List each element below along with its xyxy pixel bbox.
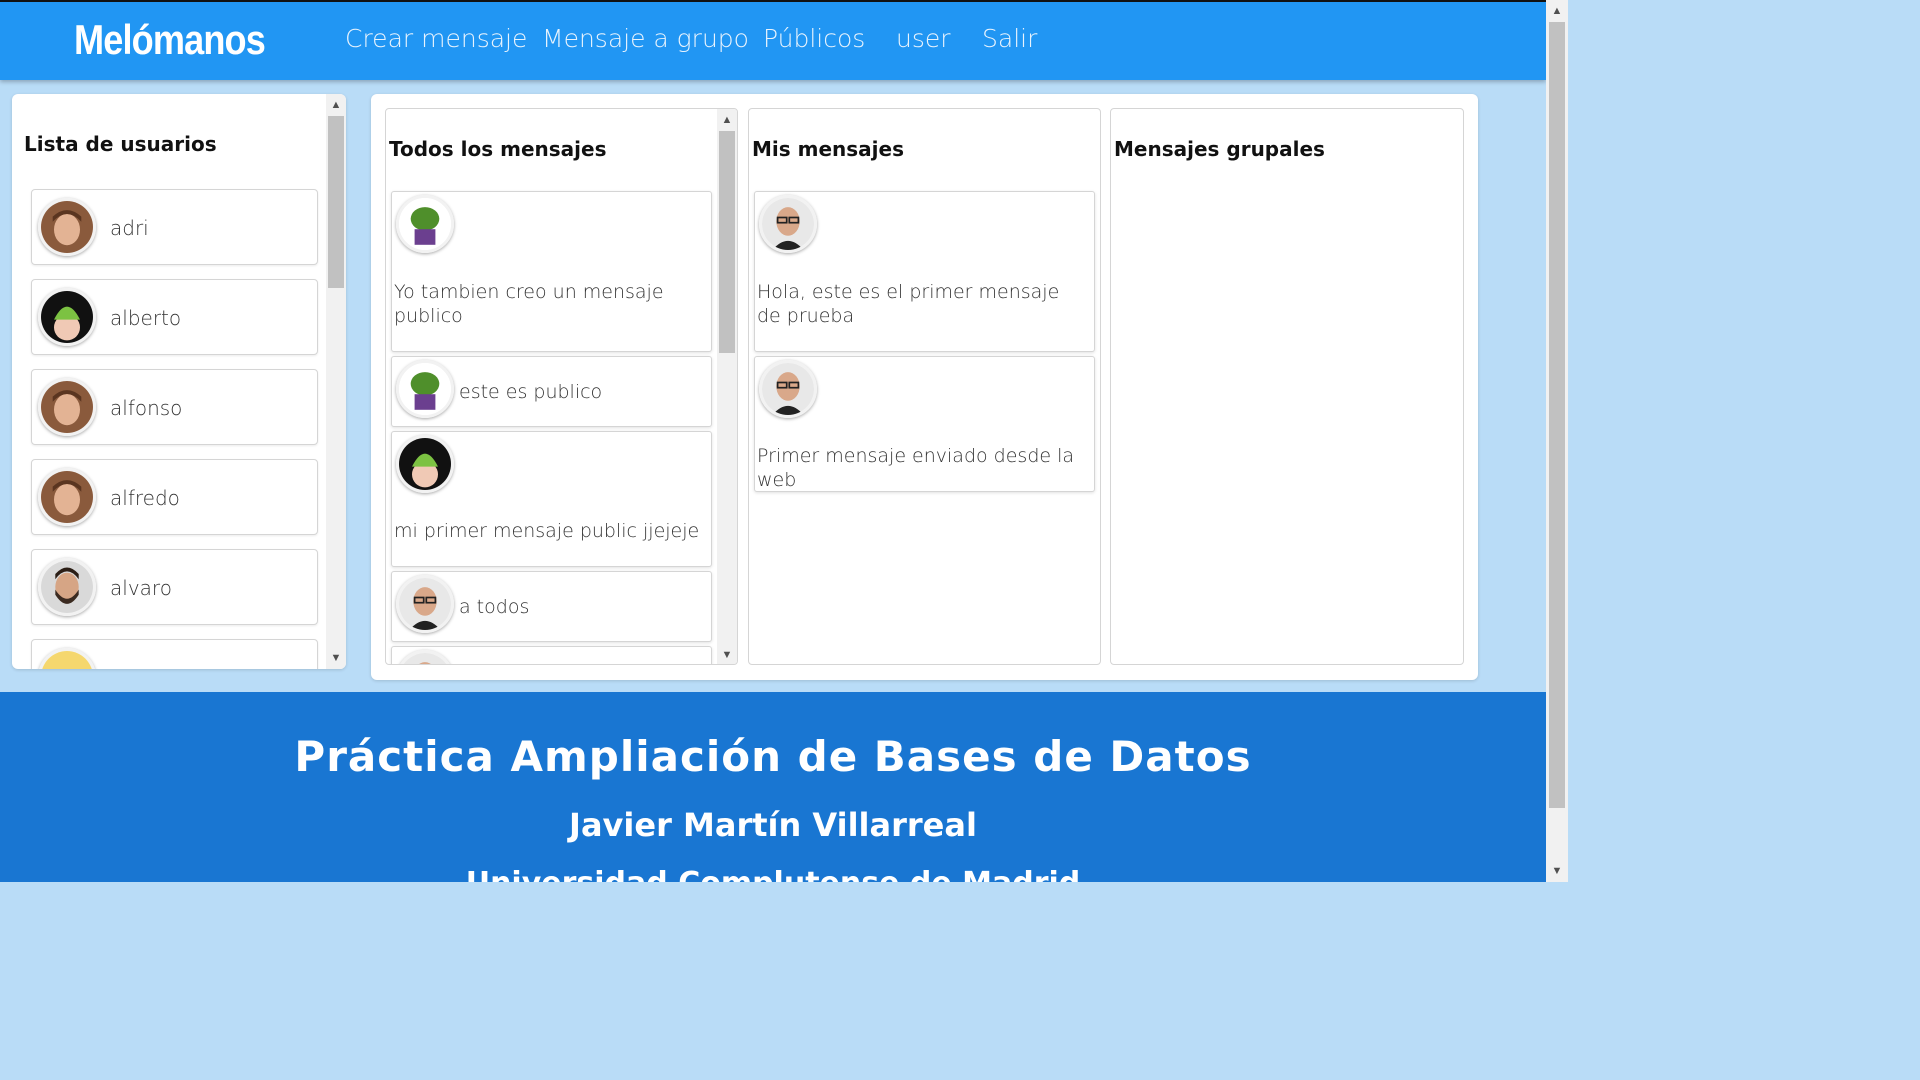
message-card[interactable]: mi primer mensaje public jjejeje	[391, 431, 712, 567]
young-man-avatar	[38, 468, 96, 526]
footer-university: Universidad Complutense de Madrid	[0, 866, 1546, 882]
users-title: Lista de usuarios	[24, 132, 217, 156]
message-text: mi primer mensaje public jjejeje	[394, 520, 700, 542]
message-card[interactable]: a todos	[391, 571, 712, 642]
mis-title: Mis mensajes	[752, 137, 904, 161]
message-card[interactable]: Hola, este es el primer mensaje de prueb…	[754, 191, 1095, 352]
todos-scrollbar[interactable]: ▲ ▼	[717, 109, 737, 664]
baby-green-hat-avatar	[396, 435, 454, 493]
scroll-down-icon[interactable]: ▼	[326, 649, 346, 667]
message-text: Primer mensaje enviado desde la web	[757, 445, 1075, 491]
nav-salir[interactable]: Salir	[982, 24, 1037, 53]
user-item-alvaro[interactable]: alvaro	[31, 549, 318, 625]
user-item-alberto[interactable]: alberto	[31, 279, 318, 355]
top-navbar: Melómanos Crear mensaje Mensaje a grupo …	[0, 0, 1546, 80]
user-item-alfredo[interactable]: alfredo	[31, 459, 318, 535]
mis-column: Mis mensajes Hola, este es el primer men…	[748, 108, 1101, 665]
scroll-down-icon[interactable]: ▼	[717, 646, 737, 664]
message-text: Yo tambien creo un mensaje publico	[394, 281, 664, 327]
todos-scroll-thumb[interactable]	[719, 131, 735, 353]
hulk-avatar	[396, 360, 454, 418]
man-glasses-avatar	[396, 650, 454, 664]
young-man-avatar	[38, 198, 96, 256]
scroll-up-icon[interactable]: ▲	[1547, 2, 1567, 20]
cartoon-avatar	[38, 648, 96, 669]
young-man-avatar	[38, 378, 96, 436]
users-panel: Lista de usuarios adri alberto alfonso a…	[12, 94, 346, 669]
user-name: alfredo	[110, 486, 180, 510]
todos-title: Todos los mensajes	[389, 137, 607, 161]
user-item-partial[interactable]	[31, 639, 318, 669]
footer: Práctica Ampliación de Bases de Datos Ja…	[0, 692, 1546, 882]
message-card[interactable]: Primer mensaje enviado desde la web	[754, 356, 1095, 492]
messages-panel: Todos los mensajes Yo tambien creo un me…	[371, 94, 1478, 680]
man-glasses-avatar	[396, 575, 454, 633]
grupales-title: Mensajes grupales	[1114, 137, 1325, 161]
footer-title: Práctica Ampliación de Bases de Datos	[294, 732, 1252, 781]
user-item-adri[interactable]: adri	[31, 189, 318, 265]
todos-column: Todos los mensajes Yo tambien creo un me…	[385, 108, 738, 665]
nav-user[interactable]: user	[896, 24, 951, 53]
page-scroll-thumb[interactable]	[1549, 22, 1565, 808]
bearded-man-avatar	[38, 558, 96, 616]
baby-green-hat-avatar	[38, 288, 96, 346]
hulk-avatar	[396, 195, 454, 253]
user-name: adri	[110, 216, 149, 240]
message-card[interactable]: Yo tambien creo un mensaje publico	[391, 191, 712, 352]
man-glasses-avatar	[759, 360, 817, 418]
footer-author: Javier Martín Villarreal	[569, 806, 977, 844]
user-item-alfonso[interactable]: alfonso	[31, 369, 318, 445]
message-card[interactable]	[391, 646, 712, 664]
message-text: Hola, este es el primer mensaje de prueb…	[757, 281, 1060, 327]
nav-mensaje-a-grupo[interactable]: Mensaje a grupo	[542, 24, 749, 53]
nav-crear-mensaje[interactable]: Crear mensaje	[345, 24, 527, 53]
message-card[interactable]: este es publico	[391, 356, 712, 427]
message-text: a todos	[459, 596, 530, 618]
brand-logo[interactable]: Melómanos	[74, 16, 266, 64]
users-scroll-thumb[interactable]	[328, 116, 344, 288]
man-glasses-avatar	[759, 195, 817, 253]
user-name: alberto	[110, 306, 182, 330]
grupales-column: Mensajes grupales	[1110, 108, 1464, 665]
users-scrollbar[interactable]: ▲ ▼	[326, 94, 346, 669]
scroll-up-icon[interactable]: ▲	[326, 96, 346, 114]
message-text: este es publico	[459, 381, 603, 403]
page-scrollbar[interactable]: ▲ ▼	[1546, 0, 1568, 882]
nav-publicos[interactable]: Públicos	[763, 24, 865, 53]
user-name: alfonso	[110, 396, 183, 420]
scroll-up-icon[interactable]: ▲	[717, 111, 737, 129]
user-name: alvaro	[110, 576, 172, 600]
scroll-down-icon[interactable]: ▼	[1547, 862, 1567, 880]
